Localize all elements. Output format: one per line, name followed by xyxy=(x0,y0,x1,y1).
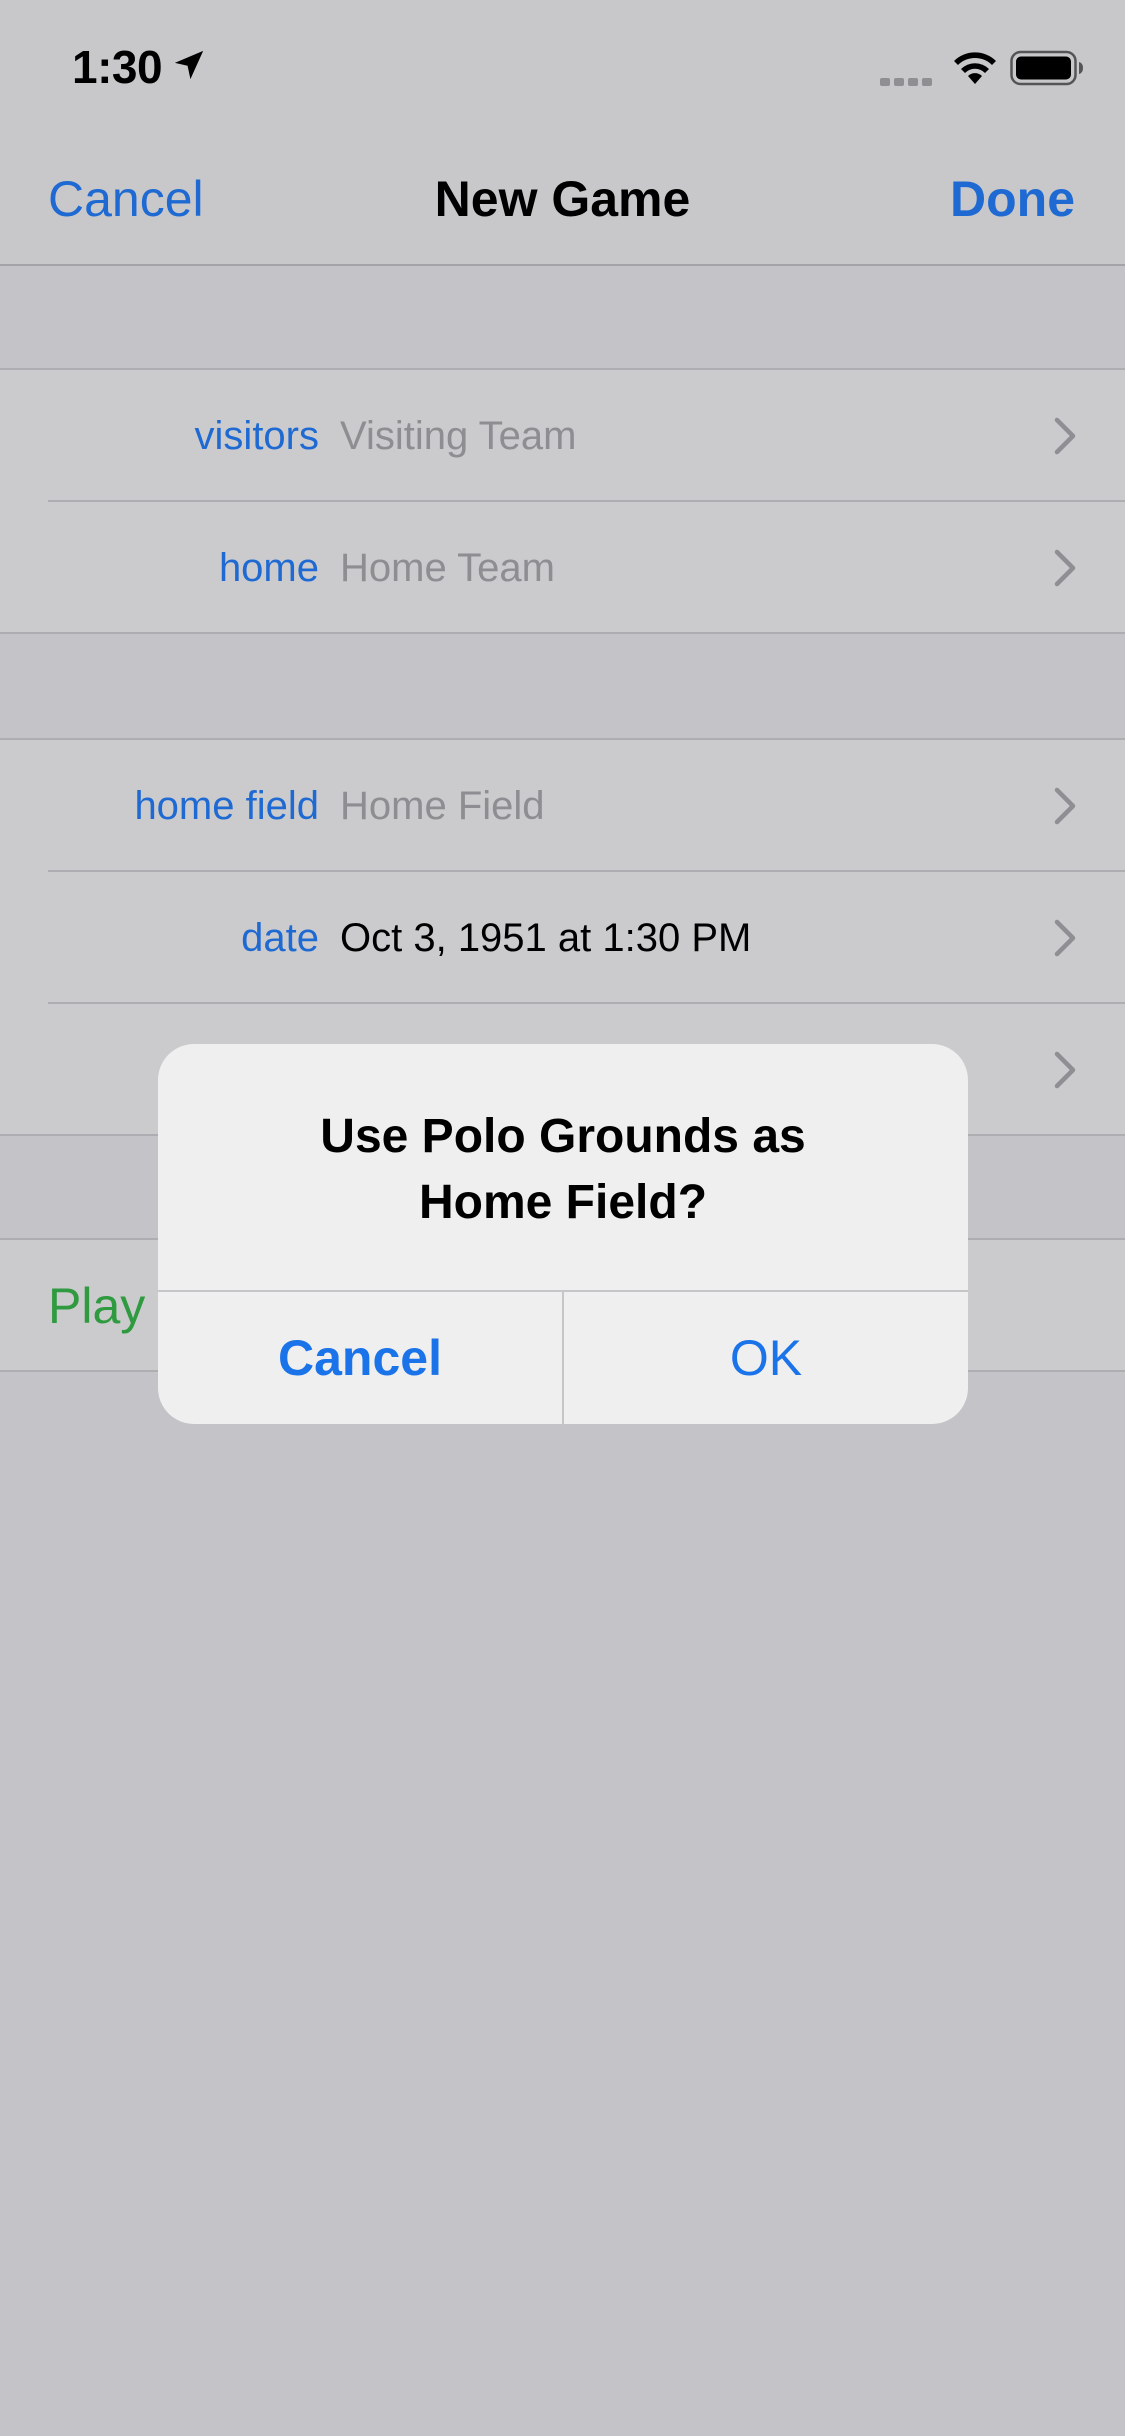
cellular-signal-icon xyxy=(880,78,932,86)
teams-section: visitors Visiting Team home Home Team xyxy=(0,368,1125,634)
alert-dialog: Use Polo Grounds as Home Field? Cancel O… xyxy=(158,1044,968,1424)
status-time: 1:30 xyxy=(72,41,163,93)
location-arrow-icon xyxy=(174,50,204,80)
alert-ok-button[interactable]: OK xyxy=(564,1292,968,1424)
chevron-right-icon xyxy=(1054,787,1076,825)
chevron-right-icon xyxy=(1054,549,1076,587)
home-field-label: home field xyxy=(134,784,319,828)
chevron-right-icon xyxy=(1054,919,1076,957)
play-button[interactable]: Play xyxy=(48,1240,145,1372)
home-value: Home Team xyxy=(340,546,555,590)
date-row[interactable]: date Oct 3, 1951 at 1:30 PM xyxy=(0,872,1125,1004)
alert-cancel-button[interactable]: Cancel xyxy=(158,1292,562,1424)
home-label: home xyxy=(218,546,319,590)
date-value: Oct 3, 1951 at 1:30 PM xyxy=(340,916,752,960)
alert-title-line-1: Use Polo Grounds as xyxy=(320,1110,806,1163)
battery-icon xyxy=(1010,50,1083,86)
alert-title-line-2: Home Field? xyxy=(418,1176,708,1229)
wifi-icon xyxy=(954,52,996,84)
visitors-value: Visiting Team xyxy=(340,414,577,458)
home-field-row[interactable]: home field Home Field xyxy=(0,740,1125,872)
visitors-label: visitors xyxy=(194,414,319,458)
chevron-right-icon xyxy=(1054,1051,1076,1089)
alert-title: Use Polo Grounds as Home Field? xyxy=(198,1104,928,1236)
home-field-value: Home Field xyxy=(340,784,545,828)
chevron-right-icon xyxy=(1054,417,1076,455)
done-button[interactable]: Done xyxy=(950,170,1075,228)
date-label: date xyxy=(241,916,319,960)
home-row[interactable]: home Home Team xyxy=(0,502,1125,634)
visitors-row[interactable]: visitors Visiting Team xyxy=(0,370,1125,502)
